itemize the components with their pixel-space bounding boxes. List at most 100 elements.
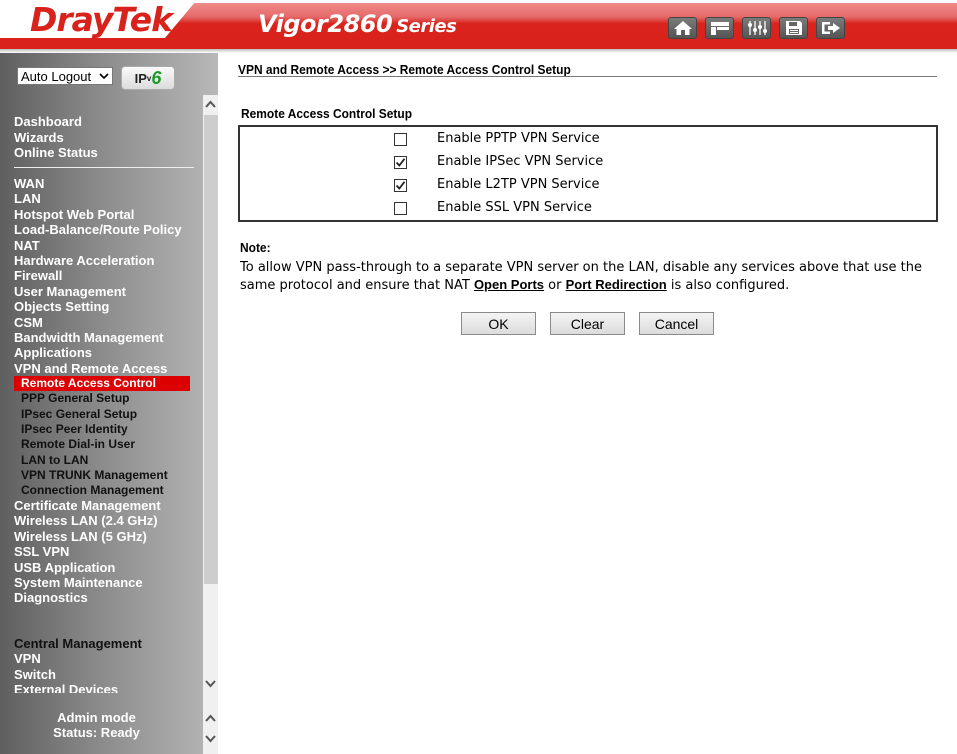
vpn-services-panel: Enable PPTP VPN Service Enable IPSec VPN … [238,125,938,222]
vpn-option-label: Enable IPSec VPN Service [437,154,604,169]
sidebar-item-wizards[interactable]: Wizards [14,130,64,145]
sidebar-item-ssl-vpn[interactable]: SSL VPN [14,544,69,559]
main-content: VPN and Remote Access >> Remote Access C… [218,53,957,754]
port-redirection-link[interactable]: Port Redirection [566,277,667,292]
sidebar-divider [14,167,194,168]
status-scroll-up-button[interactable] [203,709,218,726]
sidebar-item-ipsec-general-setup[interactable]: IPsec General Setup [21,407,137,422]
chevron-down-icon [205,679,216,687]
vpn-option-label: Enable SSL VPN Service [437,200,592,215]
vpn-option-label: Enable PPTP VPN Service [437,131,600,146]
clear-button[interactable]: Clear [550,312,625,335]
chevron-down-icon [99,69,109,86]
sidebar-item-ppp-general-setup[interactable]: PPP General Setup [21,391,130,406]
scroll-thumb[interactable] [204,115,218,584]
sidebar-item-hotspot-web-portal[interactable]: Hotspot Web Portal [14,207,134,222]
vpn-option-checkbox[interactable] [394,156,407,169]
checkmark-icon [395,181,406,190]
status-scrollbar[interactable] [203,693,218,754]
sidebar-item-ipsec-peer-identity[interactable]: IPsec Peer Identity [21,422,128,437]
ok-button[interactable]: OK [461,312,536,335]
sidebar-item-usb-application[interactable]: USB Application [14,560,115,575]
auto-logout-select[interactable]: Auto Logout [17,67,113,85]
sidebar-item-system-maintenance[interactable]: System Maintenance [14,575,143,590]
sidebar-item-lan[interactable]: LAN [14,191,41,206]
sidebar-item-firewall[interactable]: Firewall [14,268,62,283]
breadcrumb: VPN and Remote Access >> Remote Access C… [238,62,571,77]
sidebar-item-csm[interactable]: CSM [14,315,43,330]
admin-mode-text: Admin mode [57,710,136,725]
sidebar-top: Auto Logout IP v 6 [0,53,218,95]
sidebar-item-external-devices[interactable]: External Devices [14,682,118,693]
sidebar-item-wan[interactable]: WAN [14,176,44,191]
settings-button[interactable] [742,17,771,39]
vpn-option-label: Enable L2TP VPN Service [437,177,600,192]
sidebar-item-wireless-lan-5-ghz[interactable]: Wireless LAN (5 GHz) [14,529,147,544]
scroll-up-button[interactable] [203,95,218,112]
vpn-option-row: Enable L2TP VPN Service [240,174,936,197]
ipv6-button[interactable]: IP v 6 [121,66,175,90]
vpn-option-row: Enable PPTP VPN Service [240,128,936,151]
note-text: To allow VPN pass-through to a separate … [240,259,940,294]
sidebar-scrollbar[interactable] [203,95,218,693]
action-buttons: OK Clear Cancel [461,312,714,335]
logout-icon [821,22,840,34]
quick-start-button[interactable] [705,17,734,39]
sidebar-item-wireless-lan-2-4-ghz[interactable]: Wireless LAN (2.4 GHz) [14,513,158,528]
vpn-option-checkbox[interactable] [394,202,407,215]
breadcrumb-divider [238,76,937,77]
sidebar-item-objects-setting[interactable]: Objects Setting [14,299,109,314]
sidebar-item-remote-access-control[interactable]: Remote Access Control [14,376,190,391]
vpn-option-row: Enable SSL VPN Service [240,197,936,220]
checkmark-icon [395,158,406,167]
settings-sliders-icon [747,21,767,35]
sidebar-item-user-management[interactable]: User Management [14,284,126,299]
sidebar-item-load-balance-route-policy[interactable]: Load-Balance/Route Policy [14,222,182,237]
sidebar-item-online-status[interactable]: Online Status [14,145,98,160]
note-text-mid: or [544,278,566,293]
sidebar-item-remote-dial-in-user[interactable]: Remote Dial-in User [21,437,135,452]
quick-start-icon [710,22,729,35]
status-scroll-down-button[interactable] [203,730,218,747]
vpn-option-checkbox[interactable] [394,179,407,192]
sidebar-item-nat[interactable]: NAT [14,238,40,253]
sidebar-item-hardware-acceleration[interactable]: Hardware Acceleration [14,253,154,268]
scroll-down-button[interactable] [203,675,218,692]
toolbar [668,17,845,39]
sidebar-item-dashboard[interactable]: Dashboard [14,114,82,129]
sidebar-item-lan-to-lan[interactable]: LAN to LAN [21,453,88,468]
open-ports-link[interactable]: Open Ports [474,277,544,292]
home-button[interactable] [668,17,697,39]
model-title: Vigor2860 Series [258,10,457,38]
sidebar: Auto Logout IP v 6 Dashboard Wizards Online … [0,53,218,754]
status-text: Status: Ready [53,725,140,740]
sidebar-menu: Dashboard Wizards Online Status WAN LAN Hotsp… [0,95,203,693]
ipv6-six: 6 [151,67,162,88]
sidebar-item-switch[interactable]: Switch [14,667,56,682]
header: DrayTek Vigor2860 Series [0,0,957,53]
draytek-logo: DrayTek [30,0,173,39]
note-title: Note: [240,240,271,255]
sidebar-item-vpn-and-remote-access[interactable]: VPN and Remote Access [14,361,167,376]
sidebar-item-central-management[interactable]: Central Management [14,636,142,651]
save-button[interactable] [779,17,808,39]
vpn-option-row: Enable IPSec VPN Service [240,151,936,174]
logout-button[interactable] [816,17,845,39]
sidebar-item-certificate-management[interactable]: Certificate Management [14,498,161,513]
home-icon [673,21,692,35]
ipv6-ip: IP [134,70,147,86]
vpn-option-checkbox[interactable] [394,133,407,146]
sidebar-item-vpn[interactable]: VPN [14,651,41,666]
save-icon [785,21,802,35]
cancel-button[interactable]: Cancel [639,312,714,335]
sidebar-item-diagnostics[interactable]: Diagnostics [14,590,88,605]
chevron-down-icon [205,734,216,742]
sidebar-item-vpn-trunk-management[interactable]: VPN TRUNK Management [21,468,168,483]
status-panel: Admin mode Status: Ready [0,710,193,740]
sidebar-item-applications[interactable]: Applications [14,345,92,360]
section-title: Remote Access Control Setup [241,106,413,121]
auto-logout-value: Auto Logout [21,68,92,84]
sidebar-item-connection-management[interactable]: Connection Management [21,483,164,498]
chevron-up-icon [205,100,216,108]
sidebar-item-bandwidth-management[interactable]: Bandwidth Management [14,330,164,345]
